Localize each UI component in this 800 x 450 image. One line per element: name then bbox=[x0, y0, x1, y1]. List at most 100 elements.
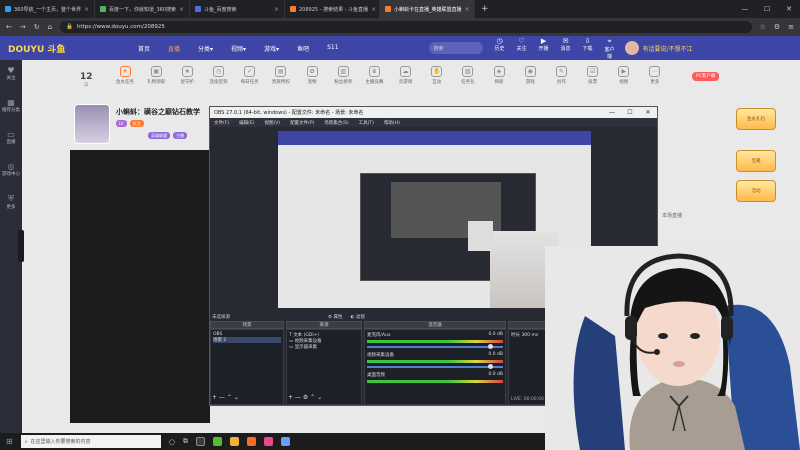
minimize-button[interactable]: — bbox=[603, 109, 621, 116]
url-input[interactable]: 🔒 https://www.douyu.com/208925 bbox=[60, 21, 752, 33]
close-icon[interactable]: × bbox=[179, 6, 184, 13]
feature-play[interactable]: ▶ 视频 bbox=[609, 66, 639, 96]
feature-vote[interactable]: ☑ 投票 bbox=[578, 66, 608, 96]
tab-favicon-icon bbox=[5, 6, 11, 12]
gift-badge[interactable]: 宝箱 bbox=[736, 150, 776, 172]
feature-bag[interactable]: ▣ 礼物领取 bbox=[141, 66, 171, 96]
close-icon[interactable]: × bbox=[371, 6, 376, 13]
windows-start-icon[interactable]: ⊞ bbox=[6, 437, 13, 446]
menu-icon[interactable]: ≡ bbox=[788, 23, 794, 31]
task-view-icon[interactable]: ○ bbox=[169, 438, 175, 446]
feature-trophy[interactable]: ♛ 主播竞赛 bbox=[359, 66, 389, 96]
obs-app-icon[interactable] bbox=[195, 437, 205, 446]
gift-badge[interactable]: 活动 bbox=[736, 180, 776, 202]
follow-icon[interactable]: ♡ 关注 bbox=[515, 37, 529, 60]
menu-view[interactable]: 视图(V) bbox=[264, 120, 280, 126]
browser-tab[interactable]: 360导航_一个主页，整个世界 × bbox=[0, 0, 95, 18]
feature-clock[interactable]: ◷ 连续签到 bbox=[204, 66, 234, 96]
extensions-icon[interactable]: ⚙ bbox=[774, 23, 780, 31]
new-tab-button[interactable]: + bbox=[475, 4, 495, 14]
app-icon[interactable] bbox=[263, 437, 273, 446]
pc-client-button[interactable]: PC客户端 bbox=[692, 72, 720, 81]
video-icon[interactable]: ▶ 开播 bbox=[537, 37, 551, 60]
feature-chart[interactable]: ▥ 粉丝榜单 bbox=[328, 66, 358, 96]
nav-yuba[interactable]: 鱼吧 bbox=[297, 44, 309, 53]
menu-scene-collection[interactable]: 场景集合(S) bbox=[324, 120, 348, 126]
scene-item[interactable]: 场景 2 bbox=[213, 337, 281, 343]
user-menu[interactable]: 有话要说/不想不江 bbox=[624, 41, 693, 55]
feature-hand[interactable]: ✋ 互动 bbox=[422, 66, 452, 96]
taskbar-search-input[interactable]: ⌕ 在这里输入你要搜索的内容 bbox=[20, 435, 161, 448]
nav-live[interactable]: 直播 bbox=[168, 44, 180, 53]
feature-gamepad[interactable]: ◉ 游戏 bbox=[515, 66, 545, 96]
feature-edit[interactable]: ✎ 创作 bbox=[546, 66, 576, 96]
location-icon[interactable]: ⌖ 客户端 bbox=[603, 37, 617, 60]
follow-button[interactable]: 关注 bbox=[129, 120, 144, 127]
close-icon[interactable]: × bbox=[84, 6, 89, 13]
feature-gift[interactable]: ✦ 鱼丸任务 bbox=[110, 66, 140, 96]
maximize-button[interactable]: ☐ bbox=[756, 5, 778, 13]
feature-cloud[interactable]: ☁ 云游戏 bbox=[391, 66, 421, 96]
douyu-logo[interactable]: DOUYU 斗鱼 bbox=[8, 42, 118, 55]
source-item[interactable]: ▭ 显示器采集 bbox=[289, 344, 359, 350]
category-tag[interactable]: 主播 bbox=[173, 132, 187, 139]
menu-tools[interactable]: 工具(T) bbox=[359, 120, 374, 126]
star-icon[interactable]: ☆ bbox=[760, 23, 766, 31]
sidebar-collapse-handle[interactable] bbox=[18, 230, 24, 262]
history-icon[interactable]: ◷ 历史 bbox=[493, 37, 507, 60]
menu-profile[interactable]: 配置文件(P) bbox=[290, 120, 314, 126]
back-icon[interactable]: ← bbox=[6, 23, 12, 31]
close-icon[interactable]: × bbox=[465, 6, 470, 13]
close-icon[interactable]: × bbox=[274, 6, 279, 13]
feature-card[interactable]: ▤ 贵族特权 bbox=[266, 66, 296, 96]
feature-paw[interactable]: ✿ 宠物 bbox=[297, 66, 327, 96]
feature-task[interactable]: ✓ 每日任务 bbox=[235, 66, 265, 96]
nav-video[interactable]: 视频▾ bbox=[231, 44, 246, 53]
message-icon[interactable]: ✉ 消息 bbox=[559, 37, 573, 60]
close-window-button[interactable]: ✕ bbox=[778, 5, 800, 13]
menu-edit[interactable]: 编辑(E) bbox=[239, 120, 254, 126]
nav-s11[interactable]: S11 bbox=[327, 44, 338, 53]
browser-tab-active[interactable]: 小蝌蚪卡在直播_英雄联盟直播 × bbox=[380, 0, 475, 18]
reload-icon[interactable]: ↻ bbox=[34, 23, 40, 31]
download-icon[interactable]: ⇩ 下载 bbox=[581, 37, 595, 60]
menu-file[interactable]: 文件(F) bbox=[214, 120, 229, 126]
close-button[interactable]: ✕ bbox=[639, 109, 657, 116]
sidebar-item-follow[interactable]: ♥ 关注 bbox=[0, 60, 22, 92]
home-icon[interactable]: ⌂ bbox=[48, 23, 52, 31]
sidebar-item-category[interactable]: ▦ 推荐分类 bbox=[0, 92, 22, 124]
sidebar-item-more[interactable]: ⛨ 更多 bbox=[0, 188, 22, 220]
feature-box[interactable]: ▧ 任务包 bbox=[453, 66, 483, 96]
gift-badge[interactable]: 鱼丸礼包 bbox=[736, 108, 776, 130]
feature-star[interactable]: ★ 星守护 bbox=[172, 66, 202, 96]
browser-app-icon[interactable] bbox=[280, 437, 290, 446]
minimize-button[interactable]: — bbox=[734, 5, 756, 13]
app-icon[interactable] bbox=[212, 437, 222, 446]
browser-tab[interactable]: 斗鱼_百度搜索 × bbox=[190, 0, 285, 18]
source-controls[interactable]: + — ⚙ ⌃ ⌄ bbox=[288, 394, 322, 401]
sidebar-item-live[interactable]: ▭ 直播 bbox=[0, 124, 22, 156]
douyu-app-icon[interactable] bbox=[246, 437, 256, 446]
volume-slider[interactable] bbox=[367, 364, 503, 369]
sidebar-item-game[interactable]: ◎ 游戏中心 bbox=[0, 156, 22, 188]
volume-slider[interactable] bbox=[367, 344, 503, 349]
menu-help[interactable]: 帮助(H) bbox=[384, 120, 400, 126]
category-tag[interactable]: 英雄联盟 bbox=[148, 132, 170, 139]
folder-icon[interactable] bbox=[229, 437, 239, 446]
maximize-button[interactable]: ☐ bbox=[621, 109, 639, 116]
properties-button[interactable]: ⚙ 属性 bbox=[328, 314, 342, 320]
browser-tab[interactable]: 百度一下，你就知道_360搜索 × bbox=[95, 0, 190, 18]
feature-more[interactable]: ⋯ 更多 bbox=[640, 66, 670, 96]
search-input[interactable]: 搜索 bbox=[428, 42, 483, 54]
forward-icon[interactable]: → bbox=[20, 23, 26, 31]
nav-home[interactable]: 首页 bbox=[138, 44, 150, 53]
video-player[interactable] bbox=[70, 150, 210, 423]
filters-button[interactable]: ◐ 滤镜 bbox=[350, 314, 364, 320]
feature-compass[interactable]: ◈ 探索 bbox=[484, 66, 514, 96]
widgets-icon[interactable]: ⧉ bbox=[183, 437, 188, 446]
browser-tab[interactable]: 208925 - 搜索结果 - 斗鱼直播 × bbox=[285, 0, 380, 18]
streamer-avatar[interactable] bbox=[74, 104, 110, 144]
nav-category[interactable]: 分类▾ bbox=[198, 44, 213, 53]
nav-game[interactable]: 游戏▾ bbox=[264, 44, 279, 53]
scene-controls[interactable]: + — ⌃ ⌄ bbox=[212, 394, 239, 401]
